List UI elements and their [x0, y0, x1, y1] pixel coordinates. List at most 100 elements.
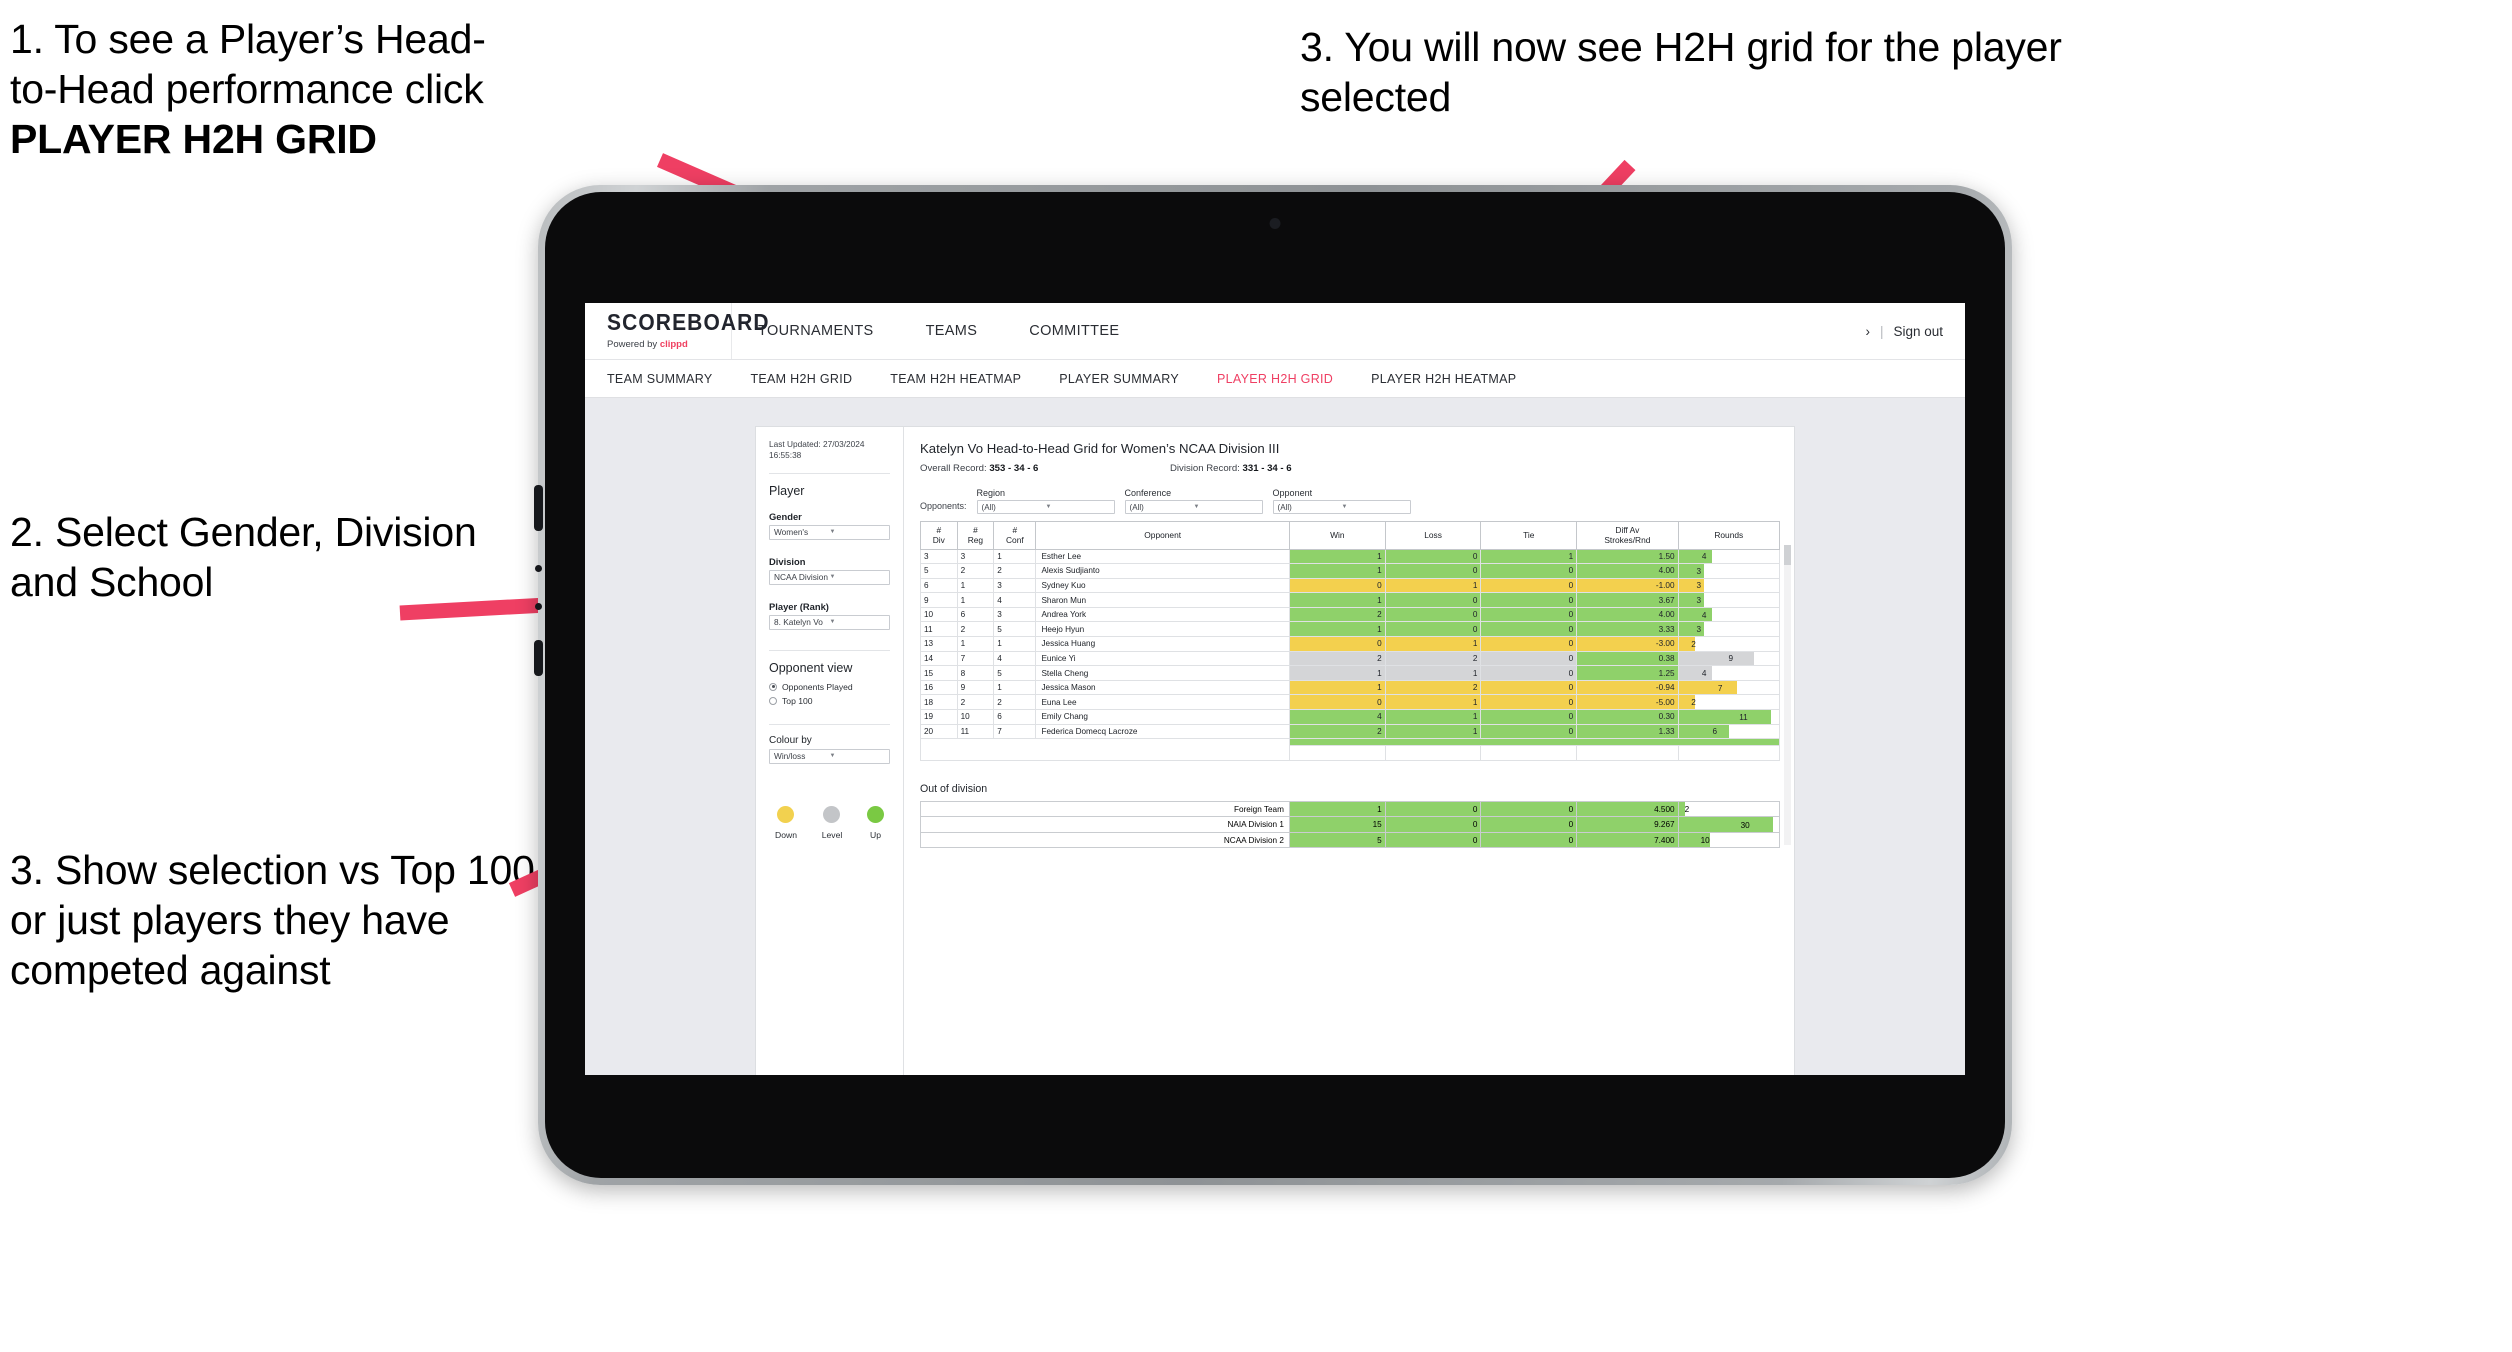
- table-cell: 5: [1288, 831, 1386, 849]
- table-cell: 1: [993, 636, 1037, 652]
- opponent-select[interactable]: (All) ▼: [1272, 500, 1411, 514]
- tab-player-h2h-heatmap[interactable]: PLAYER H2H HEATMAP: [1371, 372, 1516, 386]
- gender-field: Gender Women's ▼: [769, 511, 890, 540]
- radio-top-100[interactable]: Top 100: [769, 696, 890, 706]
- division-record-value: 331 - 34 - 6: [1242, 463, 1292, 474]
- table-cell: 9.267: [1576, 816, 1679, 833]
- rounds-cell: 4: [1678, 548, 1781, 565]
- radio-opponents-played[interactable]: Opponents Played: [769, 682, 890, 692]
- tab-player-h2h-grid[interactable]: PLAYER H2H GRID: [1217, 372, 1333, 386]
- out-of-division-table: Foreign Team 1 0 0 4.500 2 NAIA Division 1 15 0 0…: [920, 800, 1781, 849]
- browser-viewport: SCOREBOARD Powered by clippd TOURNAMENTS…: [585, 303, 1965, 1075]
- table-row[interactable]: 16 9 1 Jessica Mason 1 2 0 -0.94 7: [920, 679, 1781, 696]
- gender-select[interactable]: Women's ▼: [769, 524, 890, 540]
- brand-logo[interactable]: SCOREBOARD Powered by clippd: [585, 303, 769, 359]
- table-cell: 1: [956, 592, 995, 608]
- region-select[interactable]: (All) ▼: [976, 500, 1115, 514]
- table-cell: 9: [956, 679, 995, 696]
- table-cell: 0: [1384, 621, 1482, 638]
- table-row[interactable]: 5 2 2 Alexis Sudjianto 1 0 0 4.00 3: [920, 563, 1781, 579]
- conference-select[interactable]: (All) ▼: [1124, 500, 1263, 514]
- last-updated-date: Last Updated: 27/03/2024: [769, 439, 865, 449]
- table-cell: 0.38: [1576, 650, 1679, 667]
- rounds-cell: 2: [1678, 694, 1781, 711]
- tab-team-summary[interactable]: TEAM SUMMARY: [607, 372, 712, 386]
- table-cell: 1: [1384, 577, 1482, 594]
- divider-1: [769, 472, 890, 474]
- colour-by-select[interactable]: Win/loss ▼: [769, 748, 890, 764]
- table-cell: 0: [1480, 636, 1578, 652]
- overall-record-value: 353 - 34 - 6: [989, 463, 1039, 474]
- annotation-4: 3. You will now see H2H grid for the pla…: [1300, 24, 2062, 121]
- rounds-cell: 4: [1678, 606, 1781, 623]
- table-row[interactable]: 14 7 4 Eunice Yi 2 2 0 0.38 9: [920, 650, 1781, 667]
- table-cell: 0: [1480, 816, 1578, 833]
- rounds-value: 4: [1701, 669, 1707, 679]
- divider-2: [769, 649, 890, 651]
- rounds-cell: 9: [1678, 650, 1781, 667]
- table-row[interactable]: 13 1 1 Jessica Huang 0 1 0 -3.00 2: [920, 636, 1781, 652]
- table-cell: 11: [920, 621, 958, 638]
- out-of-division-row[interactable]: NAIA Division 1 15 0 0 9.267 30: [920, 816, 1781, 833]
- player-rank-value: 8. Katelyn Vo: [774, 617, 823, 628]
- table-row[interactable]: 20 11 7 Federica Domecq Lacroze 2 1 0 1.33 6: [920, 723, 1781, 740]
- conference-label: Conference: [1124, 488, 1172, 498]
- sub-nav: TEAM SUMMARY TEAM H2H GRID TEAM H2H HEAT…: [585, 360, 1965, 398]
- out-of-division-row[interactable]: NCAA Division 2 5 0 0 7.400 10: [920, 831, 1781, 849]
- table-cell: 10: [920, 606, 958, 623]
- table-cell: 7: [956, 650, 995, 667]
- chevron-down-icon: ▼: [829, 574, 836, 581]
- table-cell: 2: [1384, 679, 1482, 696]
- table-cell: 9: [920, 592, 958, 608]
- table-row[interactable]: 15 8 5 Stella Cheng 1 1 0 1.25 4: [920, 665, 1781, 681]
- page-title: Katelyn Vo Head-to-Head Grid for Women’s…: [920, 441, 1280, 456]
- account-chevron-icon[interactable]: ›: [1865, 324, 1870, 339]
- table-cell: 1: [956, 636, 995, 652]
- table-cell: Andrea York: [1035, 606, 1290, 623]
- table-row[interactable]: 9 1 4 Sharon Mun 1 0 0 3.67 3: [920, 592, 1781, 608]
- radio-button-icon: [769, 696, 777, 705]
- table-cell: 0: [1288, 636, 1386, 652]
- tab-player-summary[interactable]: PLAYER SUMMARY: [1059, 372, 1179, 386]
- table-row[interactable]: 19 10 6 Emily Chang 4 1 0 0.30 11: [920, 709, 1781, 725]
- table-row[interactable]: 10 6 3 Andrea York 2 0 0 4.00 4: [920, 606, 1781, 623]
- out-of-division-row[interactable]: Foreign Team 1 0 0 4.500 2: [920, 800, 1781, 818]
- table-row[interactable]: 3 3 1 Esther Lee 1 0 1 1.50 4: [920, 548, 1781, 565]
- table-row[interactable]: 11 2 5 Heejo Hyun 1 0 0 3.33 3: [920, 621, 1781, 638]
- table-cell: 0: [1480, 606, 1578, 623]
- scrollbar-thumb[interactable]: [1784, 545, 1791, 565]
- table-cell: 1: [993, 548, 1037, 565]
- table-cell: 5: [920, 563, 958, 579]
- nav-item-teams[interactable]: TEAMS: [900, 303, 1004, 359]
- sign-out-link[interactable]: Sign out: [1893, 324, 1943, 339]
- table-cell: 0.30: [1576, 709, 1679, 725]
- table-cell: 1: [1288, 800, 1386, 818]
- table-cell: 0: [1384, 548, 1482, 565]
- rounds-cell: 3: [1678, 621, 1781, 638]
- column-header: Rounds: [1677, 521, 1781, 550]
- division-field: Division NCAA Division III ▼: [769, 556, 890, 585]
- power-button: [534, 640, 543, 676]
- table-cell: -5.00: [1576, 694, 1679, 711]
- player-rank-select[interactable]: 8. Katelyn Vo ▼: [769, 614, 890, 630]
- opponents-label: Opponents:: [920, 501, 967, 511]
- table-row[interactable]: 18 2 2 Euna Lee 0 1 0 -5.00 2: [920, 694, 1781, 711]
- chevron-down-icon: ▼: [829, 619, 836, 626]
- region-label: Region: [976, 488, 1006, 498]
- table-row[interactable]: 6 1 3 Sydney Kuo 0 1 0 -1.00 3: [920, 577, 1781, 594]
- table-scrollbar[interactable]: [1784, 545, 1791, 845]
- rounds-value: 11: [1739, 712, 1748, 722]
- nav-item-committee[interactable]: COMMITTEE: [1003, 303, 1145, 359]
- tab-team-h2h-grid[interactable]: TEAM H2H GRID: [750, 372, 852, 386]
- table-cell: 0: [1480, 621, 1578, 638]
- annotation-1-line1: 1. To see a Player’s Head-: [10, 16, 486, 62]
- table-cell: 1.50: [1576, 548, 1679, 565]
- table-cell: Jessica Mason: [1035, 679, 1290, 696]
- table-cell: 3: [993, 577, 1037, 594]
- table-cell: Eunice Yi: [1035, 650, 1290, 667]
- division-select[interactable]: NCAA Division III ▼: [769, 569, 890, 585]
- table-cell: 19: [920, 709, 958, 725]
- rounds-cell: 10: [1678, 831, 1781, 849]
- column-header: Win: [1288, 521, 1386, 550]
- tab-team-h2h-heatmap[interactable]: TEAM H2H HEATMAP: [890, 372, 1021, 386]
